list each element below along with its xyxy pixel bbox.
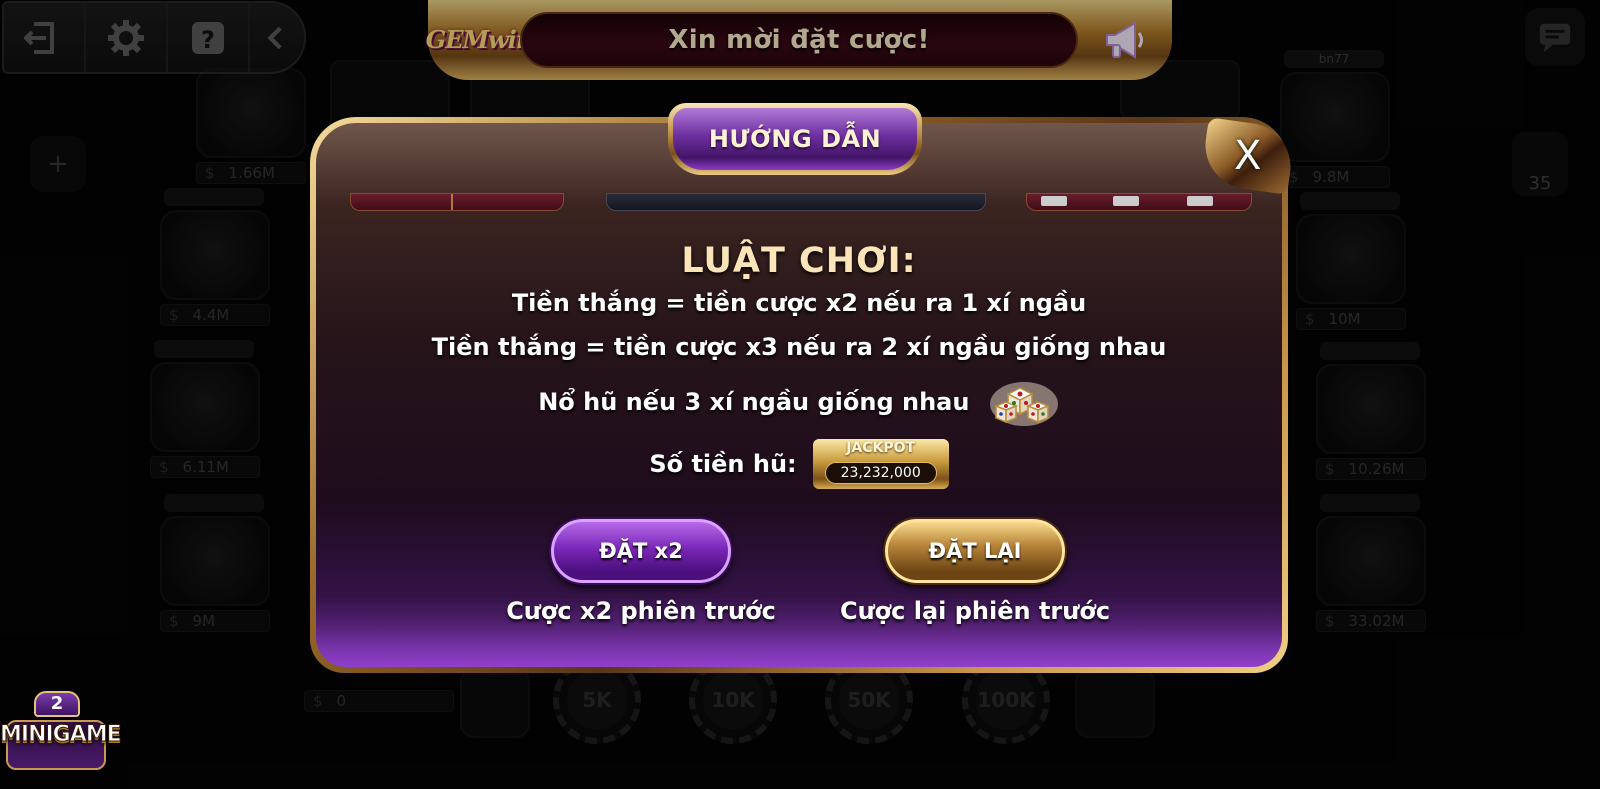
modal-title-inner: HƯỚNG DẪN xyxy=(673,108,917,170)
rebet-button[interactable]: ĐẶT LẠI xyxy=(885,519,1065,583)
instructions-modal: LUẬT CHƠI: Tiền thắng = tiền cược x2 nếu… xyxy=(310,103,1297,673)
double-bet-action: ĐẶT x2 Cược x2 phiên trước xyxy=(491,519,791,625)
minigame-label: MINIGAME xyxy=(0,722,122,748)
jackpot-row: Số tiền hũ: JACKPOT 23,232,000 xyxy=(316,439,1282,489)
dice-icon xyxy=(989,382,1058,426)
double-bet-description: Cược x2 phiên trước xyxy=(506,597,776,625)
jackpot-value: 23,232,000 xyxy=(824,462,937,484)
scroll-preview-right xyxy=(1026,193,1252,211)
minigame-count-badge: 2 xyxy=(34,691,80,717)
scroll-preview-middle xyxy=(606,193,986,211)
rule-line: Tiền thắng = tiền cược x3 nếu ra 2 xí ng… xyxy=(431,333,1167,361)
rule-line-text: Nổ hũ nếu 3 xí ngầu giống nhau xyxy=(538,388,970,416)
rebet-action: ĐẶT LẠI Cược lại phiên trước xyxy=(825,519,1125,625)
jackpot-label: Số tiền hũ: xyxy=(649,450,797,478)
rules-section: LUẬT CHƠI: Tiền thắng = tiền cược x2 nếu… xyxy=(316,241,1282,489)
scroll-preview-left xyxy=(350,193,564,211)
rule-line: Tiền thắng = tiền cược x2 nếu ra 1 xí ng… xyxy=(511,289,1087,317)
jackpot-badge: JACKPOT 23,232,000 xyxy=(812,439,949,489)
rules-heading: LUẬT CHƠI: xyxy=(681,241,917,281)
close-icon: X xyxy=(1234,133,1262,179)
modal-title: HƯỚNG DẪN xyxy=(708,125,882,153)
double-bet-button[interactable]: ĐẶT x2 xyxy=(551,519,731,583)
minigame-button[interactable]: 2 MINIGAME xyxy=(0,686,122,786)
rule-line-jackpot: Nổ hũ nếu 3 xí ngầu giống nhau xyxy=(316,375,1282,431)
modal-glow xyxy=(316,597,1282,667)
jackpot-title: JACKPOT xyxy=(846,440,916,456)
modal-body: LUẬT CHƠI: Tiền thắng = tiền cược x2 nếu… xyxy=(316,123,1282,667)
rebet-description: Cược lại phiên trước xyxy=(839,597,1111,625)
modal-title-plaque: HƯỚNG DẪN xyxy=(668,103,922,175)
